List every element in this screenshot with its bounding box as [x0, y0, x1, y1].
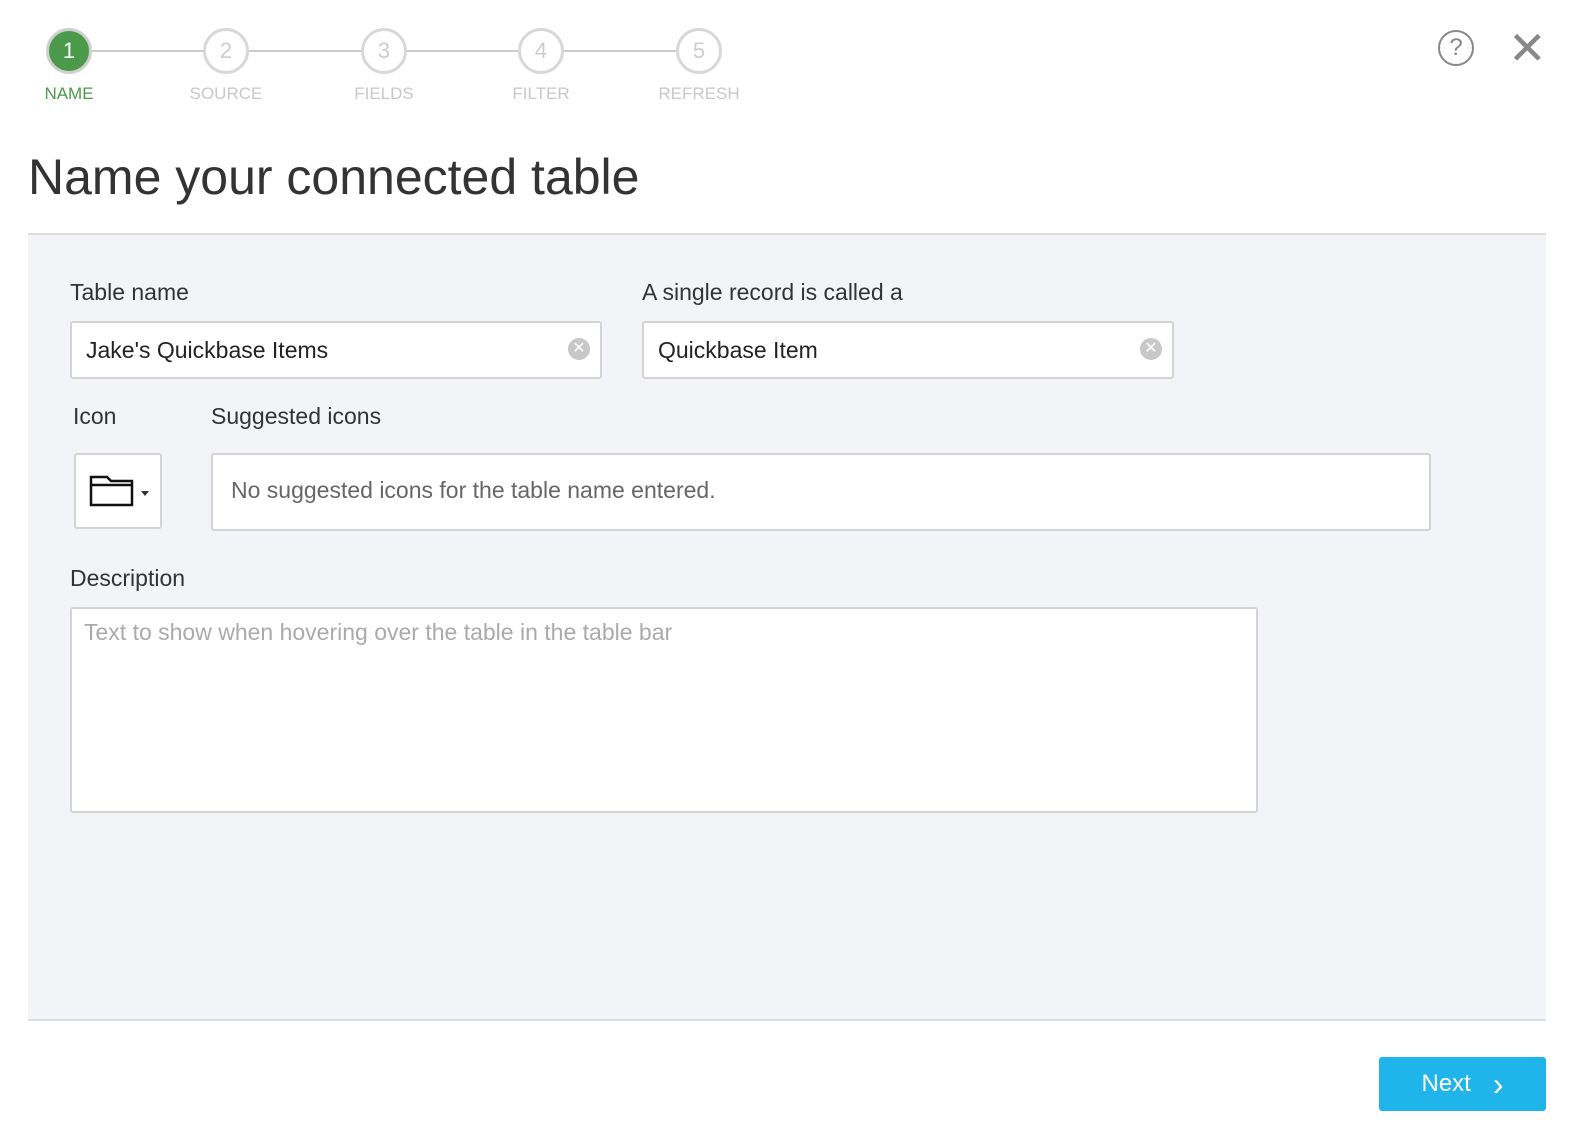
step-number: 3 [361, 28, 407, 74]
suggested-icons-label: Suggested icons [211, 403, 382, 429]
clear-icon[interactable]: ✕ [568, 338, 590, 360]
wizard-stepper: 1 NAME 2 SOURCE 3 FIELDS 4 FILTER 5 REFRESH [28, 28, 768, 108]
step-label: FIELDS [354, 84, 414, 103]
page-title: Name your connected table [28, 149, 640, 205]
step-number: 5 [676, 28, 722, 74]
table-name-input[interactable]: Jake's Quickbase Items ✕ [70, 321, 602, 379]
step-filter[interactable]: 4 FILTER [481, 28, 601, 104]
step-number: 4 [518, 28, 564, 74]
record-name-input[interactable]: Quickbase Item ✕ [642, 321, 1174, 379]
step-source[interactable]: 2 SOURCE [166, 28, 286, 104]
icon-label: Icon [73, 403, 117, 429]
chevron-right-icon: › [1492, 1065, 1504, 1102]
step-refresh[interactable]: 5 REFRESH [639, 28, 759, 104]
step-label: SOURCE [189, 84, 263, 103]
step-label: FILTER [512, 84, 570, 103]
step-number: 1 [46, 28, 92, 74]
next-button[interactable]: Next › [1379, 1057, 1546, 1111]
description-textarea[interactable]: Text to show when hovering over the tabl… [70, 607, 1258, 813]
description-label: Description [70, 565, 186, 591]
record-name-value: Quickbase Item [658, 336, 818, 363]
icon-picker[interactable] [74, 453, 162, 529]
record-name-label: A single record is called a [642, 279, 903, 305]
table-name-label: Table name [70, 279, 189, 305]
next-label: Next [1421, 1070, 1471, 1097]
step-label: NAME [44, 84, 94, 103]
step-name[interactable]: 1 NAME [9, 28, 129, 104]
step-label: REFRESH [658, 84, 740, 103]
step-number: 2 [203, 28, 249, 74]
suggested-icons-box: No suggested icons for the table name en… [211, 453, 1431, 531]
help-icon[interactable]: ? [1438, 30, 1474, 66]
form-panel: Table name Jake's Quickbase Items ✕ A sin… [28, 233, 1546, 1021]
folder-icon [89, 475, 149, 507]
step-fields[interactable]: 3 FIELDS [324, 28, 444, 104]
clear-icon[interactable]: ✕ [1140, 338, 1162, 360]
close-icon[interactable]: ✕ [1508, 25, 1547, 71]
table-name-value: Jake's Quickbase Items [86, 336, 329, 363]
